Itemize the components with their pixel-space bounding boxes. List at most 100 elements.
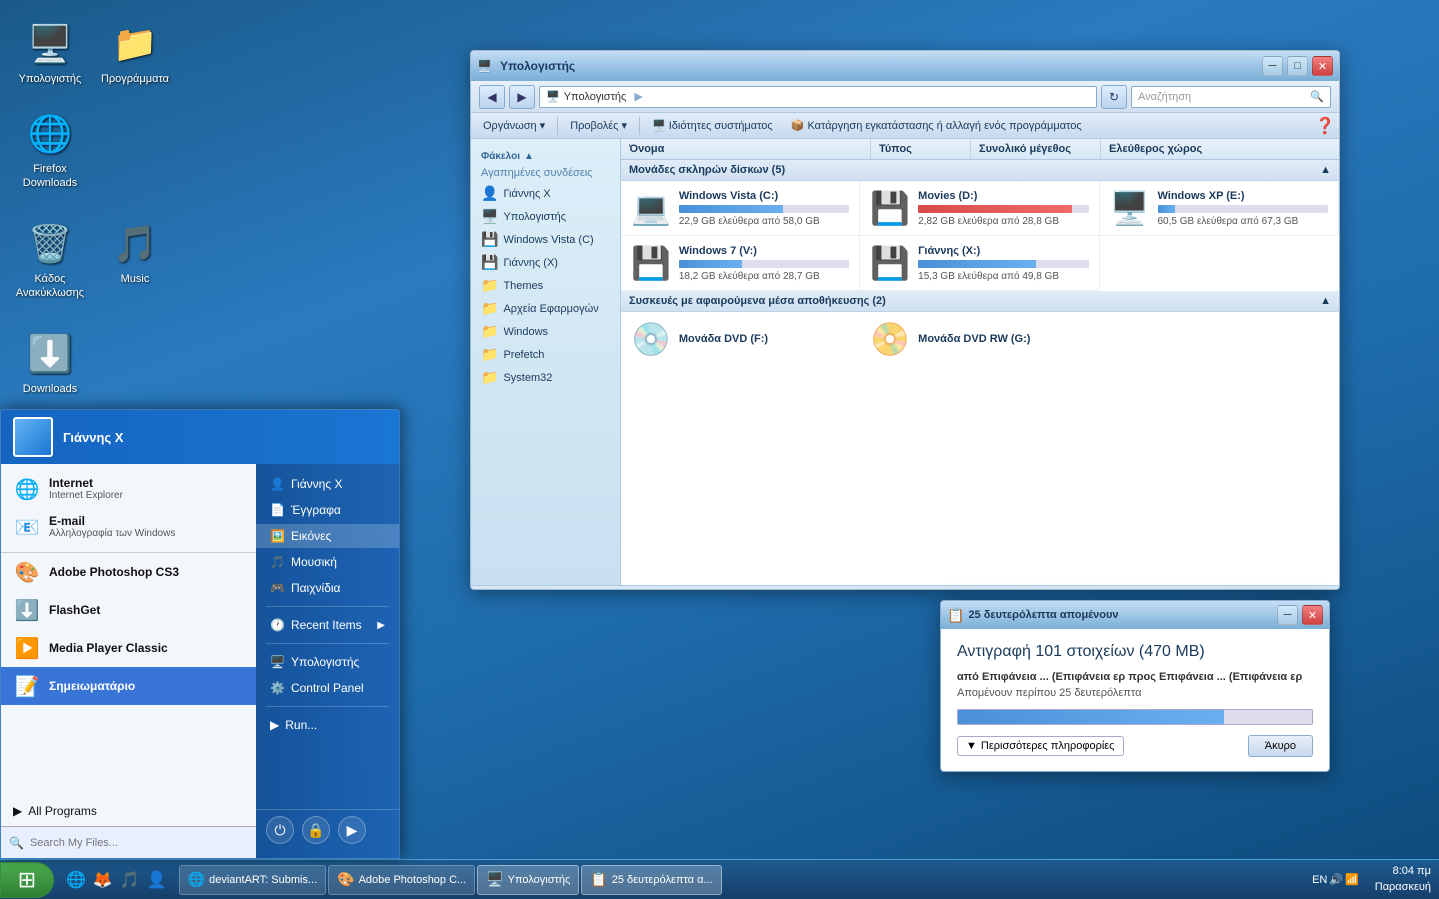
sidebar-item-themes[interactable]: 📁 Themes bbox=[471, 274, 620, 297]
start-right-divider2 bbox=[266, 643, 389, 644]
copy-dialog-titlebar: 📋 25 δευτερόλεπτα απομένουν ─ ✕ bbox=[941, 601, 1329, 629]
desktop-icon-recycle[interactable]: 🗑️ Κάδος Ανακύκλωσης bbox=[10, 220, 90, 301]
drive-x-icon: 💾 bbox=[870, 244, 910, 282]
start-item-flashget[interactable]: ⬇️ FlashGet bbox=[1, 591, 256, 629]
desktop-icon-firefox[interactable]: 🌐 Firefox Downloads bbox=[10, 110, 90, 191]
search-bar[interactable]: Αναζήτηση 🔍 bbox=[1131, 86, 1331, 108]
col-header-type[interactable]: Τύπος bbox=[871, 139, 971, 159]
quick-launch-ie[interactable]: 🌐 bbox=[64, 868, 88, 892]
drive-e-fill bbox=[1158, 205, 1175, 213]
forward-button[interactable]: ▶ bbox=[509, 85, 535, 109]
copy-close-btn[interactable]: ✕ bbox=[1302, 605, 1323, 625]
start-right-documents[interactable]: 📄 Έγγραφα bbox=[256, 498, 399, 522]
dvd-g[interactable]: 📀 Μονάδα DVD RW (G:) bbox=[860, 312, 1099, 366]
start-item-notepad[interactable]: 📝 Σημειωματάριο bbox=[1, 667, 256, 705]
menu-uninstall[interactable]: 📦 Κατάργηση εγκατάστασης ή αλλαγή ενός π… bbox=[783, 116, 1090, 135]
email-name: E-mail bbox=[49, 514, 175, 528]
menu-system-props[interactable]: 🖥️ Ιδιότητες συστήματος bbox=[644, 116, 781, 135]
search-icon: 🔍 bbox=[9, 836, 24, 850]
taskbar-item-deviantart[interactable]: 🌐 deviantART: Submis... bbox=[179, 865, 326, 895]
sidebar-item-system32[interactable]: 📁 System32 bbox=[471, 366, 620, 389]
sidebar-item-appfiles[interactable]: 📁 Αρχεία Εφαρμογών bbox=[471, 297, 620, 320]
drive-e-progress bbox=[1158, 205, 1328, 213]
refresh-button[interactable]: ↻ bbox=[1101, 85, 1127, 109]
power-button[interactable]: ⏻ bbox=[266, 816, 294, 844]
quick-launch-firefox[interactable]: 🦊 bbox=[91, 868, 115, 892]
start-button[interactable]: ⊞ bbox=[0, 862, 54, 898]
help-button[interactable]: ❓ bbox=[1315, 116, 1335, 136]
sidebar-item-vistaC[interactable]: 💾 Windows Vista (C) bbox=[471, 228, 620, 251]
menu-views[interactable]: Προβολές ▾ bbox=[562, 116, 635, 135]
sidebar-item-windows[interactable]: 📁 Windows bbox=[471, 320, 620, 343]
section-collapse-icon[interactable]: ▲ bbox=[1320, 164, 1331, 176]
start-search-input[interactable] bbox=[30, 837, 248, 849]
explorer-statusbar: 🖥️ ΓΙΑΝΝΗΣΧ-PC Ομάδα εργασίας: WORKGROUP… bbox=[471, 585, 1339, 590]
start-item-email[interactable]: 📧 E-mail Αλληλογραφία των Windows bbox=[1, 508, 256, 546]
dvd-grid: 💿 Μονάδα DVD (F:) 📀 Μονάδα DVD RW (G:) bbox=[621, 312, 1339, 366]
copy-dialog-title: 25 δευτερόλεπτα απομένουν bbox=[968, 609, 1273, 621]
menu-organize[interactable]: Οργάνωση ▾ bbox=[475, 116, 553, 135]
removable-collapse-icon[interactable]: ▲ bbox=[1320, 295, 1331, 307]
start-right-recent[interactable]: 🕐 Recent Items ▶ bbox=[256, 613, 399, 637]
explorer-toolbar: ◀ ▶ 🖥️ Υπολογιστής ▶ ↻ Αναζήτηση 🔍 bbox=[471, 81, 1339, 113]
taskbar-clock[interactable]: 8:04 πμ Παρασκευή bbox=[1367, 864, 1439, 895]
drive-c[interactable]: 💻 Windows Vista (C:) 22,9 GB ελεύθερα απ… bbox=[621, 181, 860, 236]
firefox-label: Firefox Downloads bbox=[10, 162, 90, 191]
sidebar-item-prefetch[interactable]: 📁 Prefetch bbox=[471, 343, 620, 366]
start-item-media-player[interactable]: ▶️ Media Player Classic bbox=[1, 629, 256, 667]
sidebar-item-computer[interactable]: 🖥️ Υπολογιστής bbox=[471, 205, 620, 228]
user-avatar bbox=[13, 417, 53, 457]
lock-button[interactable]: 🔒 bbox=[302, 816, 330, 844]
arrow-button[interactable]: ▶ bbox=[338, 816, 366, 844]
clock-day: Παρασκευή bbox=[1375, 880, 1431, 895]
dvd-f[interactable]: 💿 Μονάδα DVD (F:) bbox=[621, 312, 860, 366]
sidebar-item-user[interactable]: 👤 Γιάννης Χ bbox=[471, 182, 620, 205]
drive-d[interactable]: 💾 Movies (D:) 2,82 GB ελεύθερα από 28,8 … bbox=[860, 181, 1099, 236]
copy-minimize-btn[interactable]: ─ bbox=[1277, 605, 1298, 625]
quick-launch-user[interactable]: 👤 bbox=[145, 868, 169, 892]
sidebar-item-giannisX[interactable]: 💾 Γιάννης (X) bbox=[471, 251, 620, 274]
start-right-music[interactable]: 🎵 Μουσική bbox=[256, 550, 399, 574]
col-header-free[interactable]: Ελεύθερος χώρος bbox=[1101, 139, 1339, 159]
start-search-bar[interactable]: 🔍 bbox=[1, 826, 256, 858]
maximize-button[interactable]: □ bbox=[1287, 56, 1308, 76]
taskbar-item-computer[interactable]: 🖥️ Υπολογιστής bbox=[477, 865, 579, 895]
desktop-icon-computer[interactable]: 🖥️ Υπολογιστής bbox=[10, 20, 90, 86]
folders-header: Φάκελοι ▲ bbox=[471, 147, 620, 164]
desktop-icon-programs[interactable]: 📁 Προγράμματα bbox=[95, 20, 175, 86]
copy-cancel-button[interactable]: Άκυρο bbox=[1248, 735, 1313, 757]
copy-progress-fill bbox=[958, 710, 1224, 724]
taskbar-item-copy[interactable]: 📋 25 δευτερόλεπτα α... bbox=[581, 865, 721, 895]
music-icon: 🎵 bbox=[111, 220, 159, 268]
explorer-body: Φάκελοι ▲ Αγαπημένες συνδέσεις 👤 Γιάννης… bbox=[471, 139, 1339, 585]
copy-more-info-button[interactable]: ▼ Περισσότερες πληροφορίες bbox=[957, 736, 1124, 756]
drive-e[interactable]: 🖥️ Windows XP (E:) 60,5 GB ελεύθερα από … bbox=[1100, 181, 1339, 236]
downloads-icon: ⬇️ bbox=[26, 330, 74, 378]
taskbar-item-photoshop[interactable]: 🎨 Adobe Photoshop C... bbox=[328, 865, 475, 895]
language-indicator[interactable]: EN bbox=[1312, 874, 1327, 886]
email-icon: 📧 bbox=[13, 513, 41, 541]
col-header-name[interactable]: Όνομα bbox=[621, 139, 871, 159]
start-item-photoshop[interactable]: 🎨 Adobe Photoshop CS3 bbox=[1, 553, 256, 591]
col-header-size[interactable]: Συνολικό μέγεθος bbox=[971, 139, 1101, 159]
games-icon: 🎮 bbox=[270, 581, 285, 595]
quick-launch-media[interactable]: 🎵 bbox=[118, 868, 142, 892]
close-button[interactable]: ✕ bbox=[1312, 56, 1333, 76]
start-right-computer[interactable]: 🖥️ Υπολογιστής bbox=[256, 650, 399, 674]
address-bar[interactable]: 🖥️ Υπολογιστής ▶ bbox=[539, 86, 1097, 108]
start-right-pictures[interactable]: 🖼️ Εικόνες bbox=[256, 524, 399, 548]
desktop-icon-downloads[interactable]: ⬇️ Downloads bbox=[10, 330, 90, 396]
start-right-run[interactable]: ▶ Run... bbox=[256, 713, 399, 737]
drive-c-name: Windows Vista (C:) bbox=[679, 190, 849, 202]
start-all-programs[interactable]: ▶ All Programs bbox=[1, 796, 256, 826]
start-right-control[interactable]: ⚙️ Control Panel bbox=[256, 676, 399, 700]
minimize-button[interactable]: ─ bbox=[1262, 56, 1283, 76]
desktop-icon-music[interactable]: 🎵 Music bbox=[95, 220, 175, 286]
dvd-f-icon: 💿 bbox=[631, 320, 671, 358]
start-item-ie[interactable]: 🌐 Internet Internet Explorer bbox=[1, 470, 256, 508]
drive-v[interactable]: 💾 Windows 7 (V:) 18,2 GB ελεύθερα από 28… bbox=[621, 236, 860, 291]
back-button[interactable]: ◀ bbox=[479, 85, 505, 109]
drive-x[interactable]: 💾 Γιάννης (X:) 15,3 GB ελεύθερα από 49,8… bbox=[860, 236, 1099, 291]
start-right-games[interactable]: 🎮 Παιχνίδια bbox=[256, 576, 399, 600]
start-right-user[interactable]: 👤 Γιάννης Χ bbox=[256, 472, 399, 496]
